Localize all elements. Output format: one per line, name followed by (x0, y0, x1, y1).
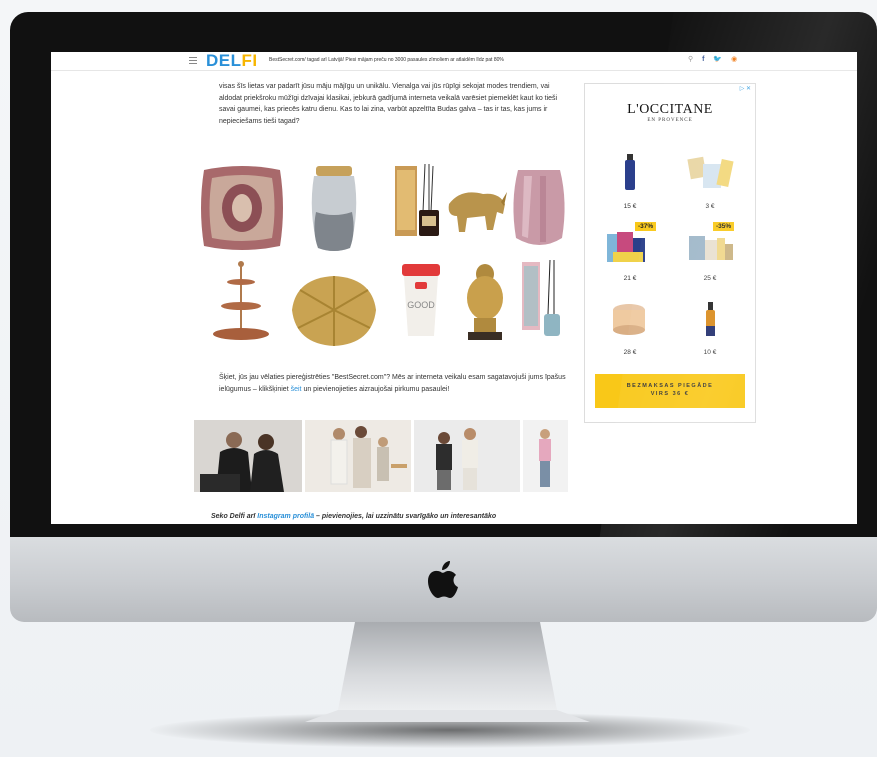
ad-price-4: 25 € (703, 275, 717, 282)
ad-price-1: 15 € (623, 203, 637, 210)
ad-choices-close-icon[interactable]: ▷ ✕ (740, 85, 751, 92)
ad-discount-badge-4: -35% (713, 222, 735, 231)
gold-buddha-head (467, 264, 503, 340)
skincare-set-icon (689, 236, 733, 260)
ad-subtitle: EN PROVENCE (647, 118, 693, 123)
ad-price-3: 21 € (623, 275, 637, 282)
gold-leaf-dish (292, 276, 376, 346)
good-morning-travel-cup: GOOD (402, 264, 440, 336)
social-icons: ⚲ f 🐦 ◉ (688, 55, 744, 63)
ad-product-3[interactable]: -37% 21 € (595, 222, 665, 282)
delfi-logo[interactable]: DELFI (206, 52, 258, 70)
ad-product-4[interactable]: -35% 25 € (675, 222, 745, 282)
glass-vase (311, 166, 357, 251)
face-cream-jar-icon (613, 304, 645, 335)
topbar-news-link[interactable]: BestSecret.com/ tagad arī Latvijā! Piesi… (269, 57, 504, 63)
free-delivery-button[interactable]: BEZMAKSAS PIEGĀDE VIRS 36 € (595, 374, 745, 408)
apple-logo-icon (428, 561, 458, 598)
rss-icon[interactable]: ◉ (731, 55, 737, 63)
instagram-promo-text: Seko Delfi arī Instagram profilā – pievi… (211, 513, 591, 520)
paisley-cushion (201, 166, 283, 250)
pink-glass-vase (513, 170, 565, 245)
registration-link[interactable]: šeit (291, 386, 302, 393)
search-icon[interactable]: ⚲ (688, 55, 693, 63)
twitter-icon[interactable]: 🐦 (713, 55, 722, 63)
reed-diffuser-box (395, 163, 439, 236)
instagram-promo-before: Seko Delfi arī (211, 513, 258, 520)
couple-studio-photo (414, 420, 520, 492)
cta-line-1: BEZMAKSAS PIEGĀDE (626, 383, 714, 389)
serum-bottle-icon (625, 154, 635, 190)
oil-serum-bottle-icon (706, 302, 715, 336)
screen: DELFI BestSecret.com/ tagad arī Latvijā!… (51, 52, 857, 524)
ad-price-6: 10 € (703, 349, 717, 356)
gift-set-icon (687, 156, 734, 188)
site-header: DELFI BestSecret.com/ tagad arī Latvijā!… (51, 52, 857, 71)
gold-rhino-figurine (448, 192, 507, 232)
product-grid: GOOD (198, 162, 578, 352)
ad-product-2[interactable]: 3 € (675, 150, 745, 210)
family-white-outfits-photo (305, 420, 411, 492)
ad-brand: L'OCCITANE (627, 102, 713, 117)
imac-bezel: DELFI BestSecret.com/ tagad arī Latvijā!… (10, 12, 877, 537)
facebook-icon[interactable]: f (702, 56, 704, 63)
couple-leather-jackets-photo (194, 420, 302, 492)
svg-text:GOOD: GOOD (407, 300, 435, 310)
imac-stand (305, 622, 590, 722)
ad-product-1[interactable]: 15 € (595, 150, 665, 210)
ad-discount-badge-3: -37% (635, 222, 657, 231)
tiered-cake-stand (213, 261, 269, 340)
ad-price-2: 3 € (705, 203, 715, 210)
menu-icon[interactable] (189, 57, 197, 66)
loccitane-ad[interactable]: ▷ ✕ L'OCCITANE EN PROVENCE 15 € 3 € -37%… (584, 83, 756, 423)
ad-product-5[interactable]: 28 € (595, 296, 665, 356)
ad-price-5: 28 € (623, 349, 637, 356)
woman-pink-outfit-photo (523, 420, 568, 492)
instagram-link[interactable]: Instagram profilā (257, 513, 314, 520)
cta-line-2: VIRS 36 € (650, 391, 690, 397)
floral-diffuser (522, 259, 560, 336)
ad-product-6[interactable]: 10 € (675, 296, 745, 356)
article-intro-text: visas šīs lietas var padarīt jūsu māju m… (219, 83, 558, 125)
registration-text: Šķiet, jūs jau vēlaties piereģistrēties … (219, 372, 573, 395)
instagram-promo-after: – pievienojies, lai uzzinātu svarīgāko u… (314, 513, 497, 520)
registration-text-after: un pievienojieties aizraujošai pirkumu p… (301, 385, 450, 393)
